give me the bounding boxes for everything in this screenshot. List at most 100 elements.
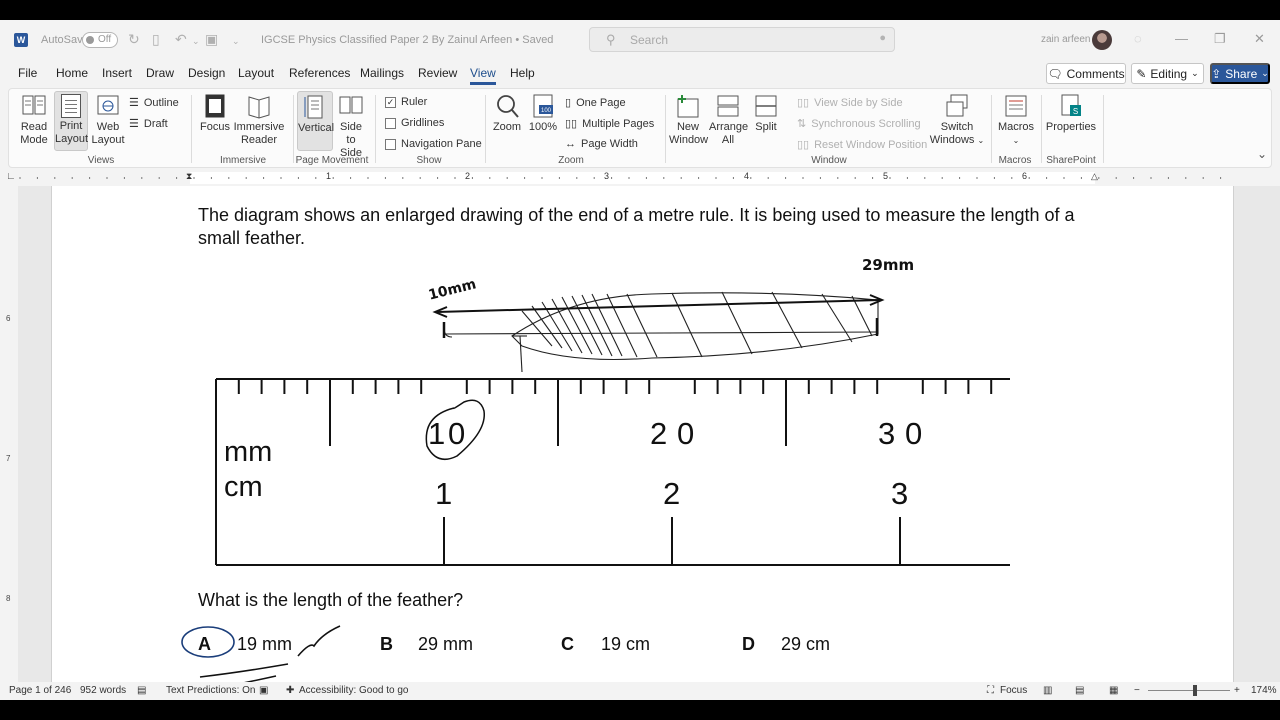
web-layout-button[interactable]: Web Layout xyxy=(91,93,125,149)
restore-icon[interactable]: ❐ xyxy=(1214,31,1226,47)
reset-window-position-button[interactable]: ▯▯ Reset Window Position xyxy=(797,138,927,152)
editing-mode-button[interactable]: ✎ Editing ⌄ xyxy=(1131,63,1204,84)
vertical-button[interactable]: Vertical xyxy=(297,91,334,151)
tab-layout[interactable]: Layout xyxy=(238,66,274,80)
zoom-100-icon: 100 xyxy=(533,94,553,118)
zoom-button[interactable]: Zoom xyxy=(491,93,523,149)
feather-drawing xyxy=(443,291,879,373)
split-button[interactable]: Split xyxy=(749,93,783,149)
view-side-by-side-button[interactable]: ▯▯ View Side by Side xyxy=(797,96,903,110)
vertical-ruler[interactable]: 6 7 8 xyxy=(0,186,18,682)
focus-button[interactable]: Focus xyxy=(199,93,231,149)
tab-draw[interactable]: Draw xyxy=(146,66,174,80)
avatar[interactable] xyxy=(1092,30,1112,50)
macro-recording-icon[interactable]: ▣ xyxy=(259,685,268,696)
save-icon[interactable]: ▣ xyxy=(205,31,218,48)
undo-dropdown-icon[interactable]: ⌄ xyxy=(192,36,200,47)
tab-mailings[interactable]: Mailings xyxy=(360,66,404,80)
read-mode-button[interactable]: Read Mode xyxy=(15,93,53,149)
document-page[interactable]: The diagram shows an enlarged drawing of… xyxy=(51,186,1234,682)
tab-insert[interactable]: Insert xyxy=(102,66,132,80)
accessibility-icon: ✚ xyxy=(286,685,295,696)
right-indent-marker-icon[interactable]: △ xyxy=(1091,171,1098,182)
macros-icon xyxy=(1005,95,1027,117)
multiple-pages-button[interactable]: ▯▯ Multiple Pages xyxy=(565,117,654,131)
customize-qat-icon[interactable]: ⌄ xyxy=(232,36,240,47)
search-box[interactable]: ⚲ Search ● xyxy=(589,27,895,52)
read-mode-icon[interactable]: ▥ xyxy=(1043,685,1052,696)
ruler-number: 4 xyxy=(744,171,750,181)
zoom-out-icon[interactable]: − xyxy=(1134,685,1140,696)
cm-number: 2 xyxy=(663,476,681,511)
immersive-reader-icon xyxy=(248,96,270,119)
proofing-icon[interactable]: ▤ xyxy=(137,685,146,696)
zoom-100-button[interactable]: 100 100% xyxy=(527,93,559,149)
minimize-icon[interactable]: — xyxy=(1175,31,1188,46)
tab-view[interactable]: View xyxy=(470,66,496,85)
new-window-button[interactable]: New Window xyxy=(669,93,708,149)
accessibility-status[interactable]: Accessibility: Good to go xyxy=(299,685,409,696)
immersive-reader-button[interactable]: Immersive Reader xyxy=(233,93,285,149)
navigation-pane-checkbox[interactable]: Navigation Pane xyxy=(385,138,482,150)
lightbulb-icon[interactable]: ◌ xyxy=(1134,31,1142,46)
macros-button[interactable]: Macros ⌄ xyxy=(997,93,1035,149)
new-document-icon[interactable]: ▯ xyxy=(152,31,160,48)
tab-help[interactable]: Help xyxy=(510,66,535,80)
split-label: Split xyxy=(755,121,777,133)
text-predictions[interactable]: Text Predictions: On xyxy=(166,685,255,696)
print-layout-view-icon[interactable]: ▤ xyxy=(1075,685,1084,696)
print-layout-button[interactable]: Print Layout xyxy=(54,91,88,151)
zoom-slider[interactable] xyxy=(1148,690,1230,691)
page-width-button[interactable]: ↔ Page Width xyxy=(565,138,638,150)
ruler-number: 2 xyxy=(465,171,471,181)
one-page-button[interactable]: ▯ One Page xyxy=(565,96,626,110)
focus-label: Focus xyxy=(200,121,230,133)
autosave-toggle[interactable]: Off xyxy=(82,32,118,48)
chevron-down-icon: ⌄ xyxy=(1261,68,1269,78)
mm-number: 0 xyxy=(448,416,466,451)
share-button[interactable]: ⇪ Share ⌄ xyxy=(1210,63,1270,84)
document-title[interactable]: IGCSE Physics Classified Paper 2 By Zain… xyxy=(261,34,553,46)
user-name[interactable]: zain arfeen xyxy=(1041,34,1090,45)
close-icon[interactable]: ✕ xyxy=(1254,31,1265,47)
zoom-100-label: 100% xyxy=(528,121,558,133)
search-placeholder: Search xyxy=(630,33,669,47)
properties-button[interactable]: S Properties xyxy=(1045,93,1097,149)
comments-label: Comments xyxy=(1066,66,1125,81)
tab-references[interactable]: References xyxy=(289,66,350,80)
indent-marker-icon[interactable]: ⧗ xyxy=(186,171,192,182)
tab-file[interactable]: File xyxy=(18,66,37,80)
synchronous-scrolling-button[interactable]: ⇅ Synchronous Scrolling xyxy=(797,117,921,131)
collapse-ribbon-icon[interactable]: ⌄ xyxy=(1257,147,1267,161)
arrange-all-button[interactable]: Arrange All xyxy=(709,93,749,149)
read-mode-label-1: Read xyxy=(20,121,48,133)
arrange-all-label-1: Arrange xyxy=(709,121,749,133)
redo-icon[interactable]: ↻ xyxy=(128,31,140,48)
read-mode-label-2: Mode xyxy=(20,134,48,146)
side-to-side-button[interactable]: Side to Side xyxy=(335,93,367,159)
horizontal-ruler[interactable]: ∟ ⧗ 1 2 3 4 5 6 △ xyxy=(0,170,1280,186)
tab-review[interactable]: Review xyxy=(418,66,457,80)
draft-label: Draft xyxy=(143,117,168,130)
comments-button[interactable]: 🗨 Comments xyxy=(1046,63,1126,84)
separator xyxy=(1041,95,1042,163)
zoom-in-icon[interactable]: + xyxy=(1234,685,1240,696)
checkmark-annotation xyxy=(297,625,341,657)
ruler-checkbox[interactable]: ✓ Ruler xyxy=(385,96,427,108)
zoom-slider-thumb[interactable] xyxy=(1193,685,1197,696)
web-layout-view-icon[interactable]: ▦ xyxy=(1109,685,1118,696)
zoom-percent[interactable]: 174% xyxy=(1251,685,1277,696)
navigation-pane-label: Navigation Pane xyxy=(401,138,482,150)
word-count[interactable]: 952 words xyxy=(80,685,126,696)
switch-windows-button[interactable]: Switch Windows ⌄ xyxy=(929,93,985,149)
tab-design[interactable]: Design xyxy=(188,66,225,80)
draft-button[interactable]: ☰ Draft xyxy=(129,117,168,131)
tab-home[interactable]: Home xyxy=(56,66,88,80)
focus-mode-button[interactable]: Focus xyxy=(1000,685,1027,696)
document-area[interactable]: 6 7 8 The diagram shows an enlarged draw… xyxy=(0,186,1280,682)
microphone-icon[interactable]: ● xyxy=(879,32,886,44)
page-count[interactable]: Page 1 of 246 xyxy=(9,685,71,696)
gridlines-checkbox[interactable]: Gridlines xyxy=(385,117,444,129)
undo-icon[interactable]: ↶ xyxy=(175,31,187,48)
outline-button[interactable]: ☰ Outline xyxy=(129,96,179,110)
